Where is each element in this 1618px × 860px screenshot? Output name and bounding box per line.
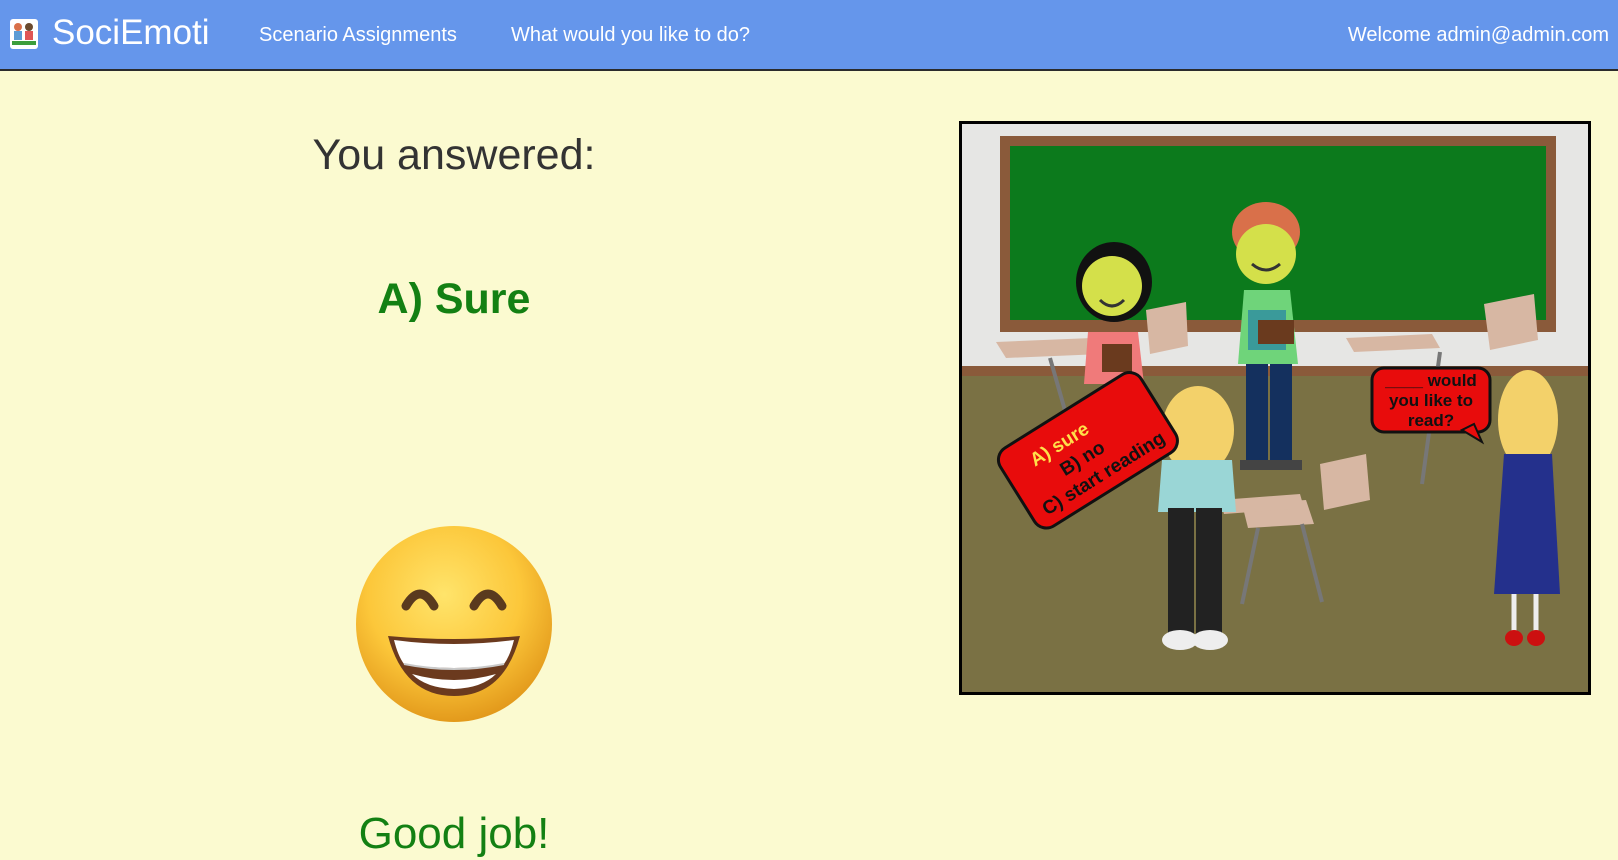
- bubble-line-1: ____ would: [1384, 371, 1477, 390]
- brand-logo-icon[interactable]: [10, 19, 38, 49]
- navbar: SociEmoti Scenario Assignments What woul…: [0, 0, 1618, 71]
- grinning-face-icon: [354, 524, 554, 724]
- brand-name[interactable]: SociEmoti: [52, 13, 210, 53]
- nav-scenario-assignments[interactable]: Scenario Assignments: [259, 23, 457, 47]
- scenario-image: A) sure B) no C) start reading ____ woul…: [959, 121, 1591, 695]
- bubble-line-2: you like to: [1389, 391, 1473, 410]
- feedback-message: Good job!: [358, 809, 550, 858]
- bubble-line-3: read?: [1408, 411, 1454, 430]
- welcome-user[interactable]: Welcome admin@admin.com: [1298, 23, 1618, 47]
- answer-heading: You answered:: [312, 131, 596, 179]
- nav-what-to-do[interactable]: What would you like to do?: [511, 23, 750, 47]
- selected-answer: A) Sure: [377, 275, 531, 323]
